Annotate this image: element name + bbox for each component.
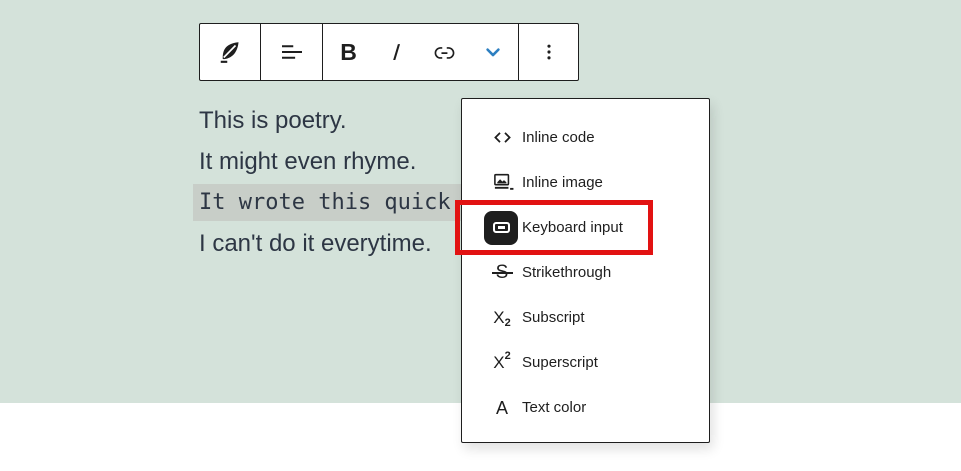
- options-button[interactable]: [525, 28, 573, 76]
- link-icon: [431, 39, 458, 66]
- toolbar-group-align: [260, 24, 322, 80]
- align-left-icon: [277, 37, 307, 67]
- bold-icon: B: [340, 41, 357, 64]
- verse-block-button[interactable]: [206, 28, 254, 76]
- verse-line: I can't do it everytime.: [199, 223, 463, 264]
- block-toolbar: B I: [199, 23, 579, 81]
- menu-item-inline-code[interactable]: Inline code: [462, 115, 709, 160]
- superscript-icon: X 2: [489, 346, 515, 380]
- menu-item-label: Text color: [522, 399, 586, 416]
- menu-item-label: Inline image: [522, 174, 603, 191]
- toolbar-group-inline-formats: B I: [322, 24, 518, 80]
- link-button[interactable]: [421, 28, 469, 76]
- selected-keyboard-text: It wrote this quick: [193, 184, 463, 221]
- verse-line-selected: It wrote this quick: [199, 182, 463, 223]
- menu-item-label: Subscript: [522, 309, 585, 326]
- italic-button[interactable]: I: [373, 28, 421, 76]
- verse-line: It might even rhyme.: [199, 141, 463, 182]
- menu-item-label: Strikethrough: [522, 264, 611, 281]
- menu-item-subscript[interactable]: X 2 Subscript: [462, 295, 709, 340]
- subscript-icon: X 2: [489, 301, 515, 335]
- kebab-icon: [536, 39, 562, 65]
- bold-button[interactable]: B: [325, 28, 373, 76]
- italic-icon: I: [392, 41, 401, 64]
- verse-block-content[interactable]: This is poetry. It might even rhyme. It …: [199, 100, 463, 264]
- menu-item-label: Superscript: [522, 354, 598, 371]
- toolbar-group-block-type: [200, 24, 260, 80]
- inline-code-icon: [489, 121, 515, 155]
- menu-item-superscript[interactable]: X 2 Superscript: [462, 340, 709, 385]
- verse-line-text: I can't do it everytime.: [199, 230, 432, 258]
- more-formats-dropdown: Inline code Inline image Keyboard input …: [461, 98, 710, 443]
- menu-item-label: Keyboard input: [522, 219, 623, 236]
- verse-line-text: It might even rhyme.: [199, 148, 416, 176]
- menu-item-strikethrough[interactable]: S Strikethrough: [462, 250, 709, 295]
- verse-line-text: This is poetry.: [199, 107, 347, 135]
- text-color-icon: A: [489, 391, 515, 425]
- feather-icon: [215, 37, 245, 67]
- chevron-down-icon: [480, 39, 506, 65]
- menu-item-text-color[interactable]: A Text color: [462, 385, 709, 430]
- toolbar-group-options: [518, 24, 578, 80]
- inline-image-icon: [489, 166, 515, 200]
- verse-line: This is poetry.: [199, 100, 463, 141]
- more-formats-button[interactable]: [469, 28, 517, 76]
- menu-item-label: Inline code: [522, 129, 595, 146]
- strikethrough-icon: S: [489, 256, 515, 290]
- menu-item-keyboard-input[interactable]: Keyboard input: [462, 205, 709, 250]
- keyboard-icon: [489, 211, 515, 245]
- align-text-button[interactable]: [268, 28, 316, 76]
- menu-item-inline-image[interactable]: Inline image: [462, 160, 709, 205]
